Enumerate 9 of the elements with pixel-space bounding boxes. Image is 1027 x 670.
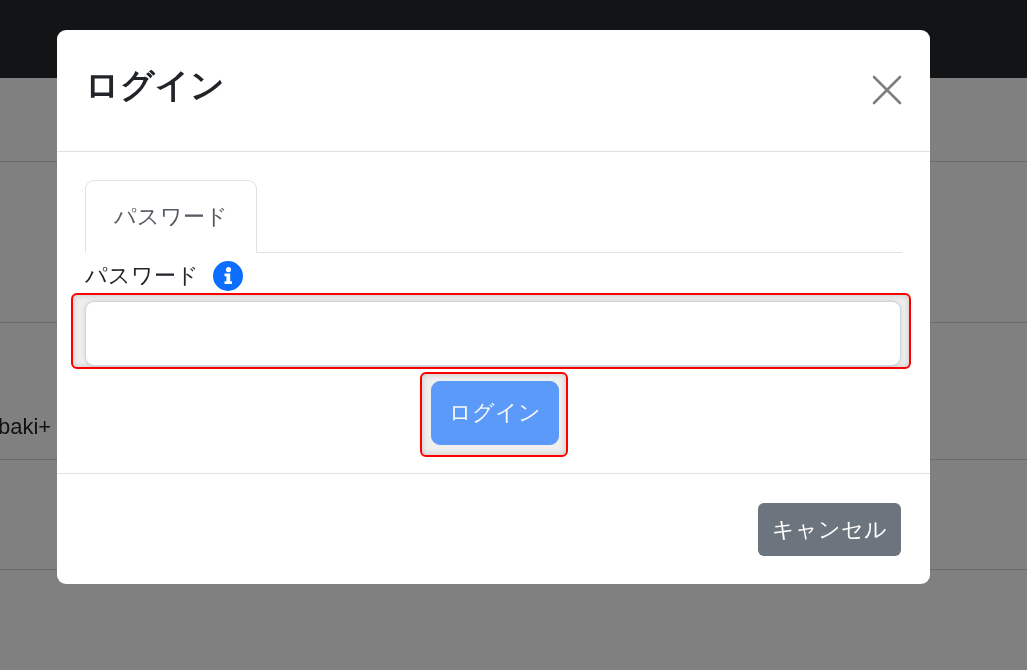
cancel-button[interactable]: キャンセル [758, 503, 901, 556]
close-icon [872, 75, 902, 105]
field-label: パスワード [85, 262, 199, 290]
dialog-title: ログイン [85, 65, 225, 105]
tab[interactable]: パスワード [85, 180, 257, 253]
password-field[interactable] [85, 301, 901, 366]
close-button[interactable] [872, 75, 902, 105]
table-cell-text: baki+ [0, 414, 52, 440]
info-icon[interactable] [213, 261, 243, 291]
